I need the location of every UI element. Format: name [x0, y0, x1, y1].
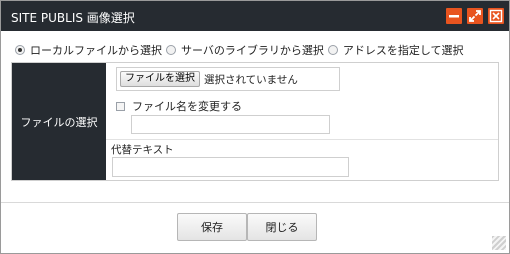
alt-text-label: 代替テキスト [111, 144, 174, 156]
row-divider [106, 139, 498, 140]
minimize-icon [449, 15, 459, 18]
radio-address-label[interactable]: アドレスを指定して選択 [343, 42, 464, 58]
choose-file-button[interactable]: ファイルを選択 [120, 71, 200, 87]
footer-divider [1, 202, 509, 203]
rename-checkbox[interactable] [116, 101, 125, 111]
close-button[interactable]: 閉じる [247, 213, 317, 241]
dialog-title: SITE PUBLIS 画像選択 [11, 11, 135, 25]
file-form-table: ファイルの選択 ファイルを選択 選択されていません ファイル名を変更する 代替テ… [11, 62, 499, 181]
resize-grip[interactable] [492, 236, 506, 250]
radio-server-library[interactable] [166, 45, 176, 55]
file-status-text: 選択されていません [204, 73, 298, 86]
close-icon [489, 9, 503, 23]
radio-server-library-label[interactable]: サーバのライブラリから選択 [181, 42, 324, 58]
save-button[interactable]: 保存 [177, 213, 247, 241]
file-input-box: ファイルを選択 選択されていません [116, 67, 340, 91]
expand-icon [469, 10, 481, 22]
maximize-button[interactable] [467, 8, 483, 24]
source-radio-group: ローカルファイルから選択 サーバのライブラリから選択 アドレスを指定して選択 [15, 43, 468, 57]
radio-local-file-label[interactable]: ローカルファイルから選択 [30, 42, 162, 58]
rename-input[interactable] [131, 115, 330, 134]
minimize-button[interactable] [446, 8, 462, 24]
radio-address[interactable] [327, 45, 338, 55]
radio-local-file[interactable] [15, 45, 25, 55]
file-section-label: ファイルの選択 [12, 63, 106, 180]
dialog-titlebar[interactable]: SITE PUBLIS 画像選択 [1, 1, 509, 31]
image-select-dialog: SITE PUBLIS 画像選択 ローカルファイルから選択 サーバのライブラリか… [0, 0, 510, 254]
rename-checkbox-label[interactable]: ファイル名を変更する [132, 98, 242, 114]
alt-text-input[interactable] [112, 157, 349, 177]
close-window-button[interactable] [488, 8, 504, 24]
rename-checkbox-row: ファイル名を変更する [116, 98, 242, 114]
